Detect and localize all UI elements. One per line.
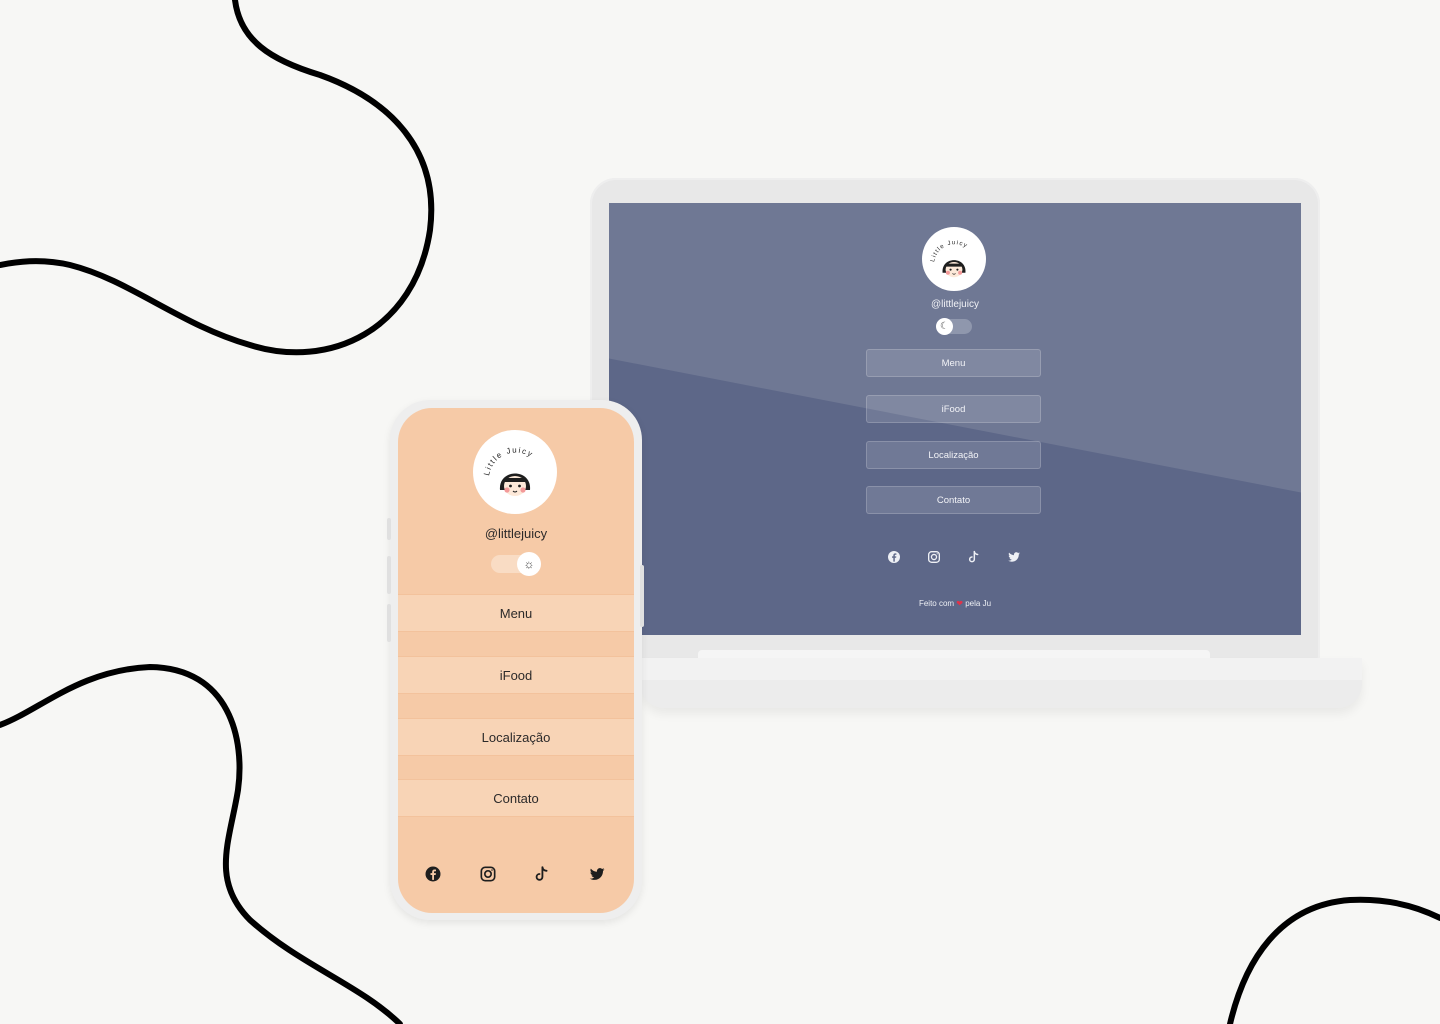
theme-toggle[interactable]: ☾ <box>936 318 972 335</box>
menu-button[interactable]: Menu <box>866 349 1041 377</box>
footer-text-after: pela Ju <box>963 599 992 608</box>
contato-button[interactable]: Contato <box>398 779 634 817</box>
phone-volume-down <box>387 604 391 642</box>
footer-credit: Feito com ❤ pela Ju <box>609 599 1301 608</box>
phone-power-button <box>640 565 644 627</box>
ifood-button[interactable]: iFood <box>866 395 1041 423</box>
heart-icon: ❤ <box>956 599 963 608</box>
phone-volume-up <box>387 556 391 594</box>
twitter-icon[interactable] <box>587 864 607 884</box>
facebook-icon[interactable] <box>423 864 443 884</box>
squiggle-left <box>0 663 403 1024</box>
laptop-deck <box>640 658 1362 680</box>
instagram-icon[interactable] <box>478 864 498 884</box>
moon-icon: ☾ <box>936 318 953 335</box>
profile-handle: @littlejuicy <box>931 299 979 310</box>
facebook-icon[interactable] <box>886 549 902 565</box>
logo-text: Little Juicy <box>929 239 968 262</box>
theme-toggle[interactable]: ☼ <box>491 552 541 576</box>
svg-text:Little Juicy: Little Juicy <box>929 239 969 262</box>
phone-side-button <box>387 518 391 540</box>
menu-button[interactable]: Menu <box>398 594 634 632</box>
localizacao-button[interactable]: Localização <box>866 441 1041 469</box>
laptop-base <box>640 650 1362 708</box>
tiktok-icon[interactable] <box>966 549 982 565</box>
laptop-hinge <box>698 650 1210 658</box>
avatar: Little Juicy <box>922 227 986 291</box>
twitter-icon[interactable] <box>1006 549 1022 565</box>
tiktok-icon[interactable] <box>532 864 552 884</box>
squiggle-top <box>0 0 435 356</box>
squiggle-bottom-right <box>1227 896 1440 1024</box>
sun-icon: ☼ <box>517 552 541 576</box>
little-juicy-logo: Little Juicy <box>929 239 969 278</box>
svg-text:Little Juicy: Little Juicy <box>482 446 535 477</box>
laptop-linktree-page: Little Juicy @littlejuicy ☾ Menu iFood L… <box>609 203 1301 635</box>
footer-text-before: Feito com <box>918 599 957 608</box>
instagram-icon[interactable] <box>926 549 942 565</box>
avatar: Little Juicy <box>473 430 557 514</box>
laptop-screen: Little Juicy @littlejuicy ☾ Menu iFood L… <box>609 203 1301 635</box>
little-juicy-logo: Little Juicy <box>482 446 535 496</box>
profile-handle: @littlejuicy <box>484 526 548 541</box>
localizacao-button[interactable]: Localização <box>398 718 634 756</box>
logo-text: Little Juicy <box>482 446 534 477</box>
contato-button[interactable]: Contato <box>866 486 1041 514</box>
ifood-button[interactable]: iFood <box>398 656 634 694</box>
phone-screen: Little Juicy @littlejuicy ☼ Menu iFood L… <box>398 408 634 913</box>
